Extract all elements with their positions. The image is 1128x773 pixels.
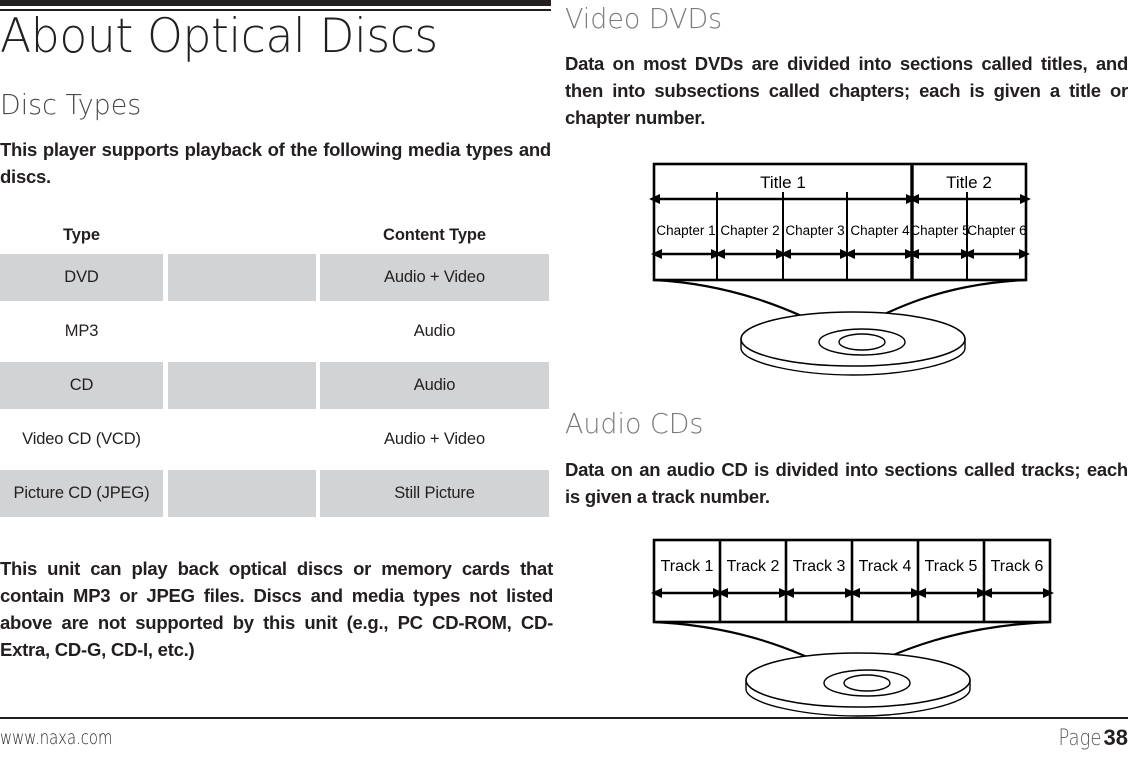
document-page: About Optical Discs Disc Types This play… xyxy=(0,0,1128,773)
cell-type: DVD xyxy=(64,268,99,286)
track-label: Track 3 xyxy=(793,558,846,575)
track-label: Track 1 xyxy=(661,558,714,575)
row-shade-middle xyxy=(168,470,316,517)
video-dvd-structure-diagram: Title 1 Title 2 Chapter 1 Chapter 2 Chap… xyxy=(640,158,1040,388)
title-label: Title 2 xyxy=(946,173,992,192)
track-label: Track 5 xyxy=(925,558,978,575)
page-footer: www.naxa.com Page38 xyxy=(0,717,1128,773)
page-title: About Optical Discs xyxy=(0,9,438,64)
optical-disc-illustration xyxy=(740,311,966,376)
chapter-label: Chapter 6 xyxy=(967,223,1026,238)
cell-type: MP3 xyxy=(64,322,99,340)
section-heading-video-dvds: Video DVDs xyxy=(565,2,723,35)
chapter-label: Chapter 1 xyxy=(656,223,715,238)
cell-type: CD xyxy=(69,376,94,394)
footer-page-number: Page38 xyxy=(1049,725,1128,751)
row-shade-middle xyxy=(168,362,316,409)
table-row: Video CD (VCD) Audio + Video xyxy=(0,416,551,470)
title-label: Title 1 xyxy=(760,173,806,192)
footer-page-value: 38 xyxy=(1103,725,1128,750)
chapter-label: Chapter 3 xyxy=(785,223,844,238)
table-row: DVD Audio + Video xyxy=(0,254,551,308)
table-row: CD Audio xyxy=(0,362,551,416)
cell-content-type: Audio xyxy=(413,322,456,340)
track-label: Track 4 xyxy=(859,558,912,575)
section-heading-disc-types: Disc Types xyxy=(0,88,142,121)
cell-type: Video CD (VCD) xyxy=(22,430,141,448)
chapter-label: Chapter 2 xyxy=(720,223,779,238)
video-dvds-paragraph: Data on most DVDs are divided into secti… xyxy=(565,53,1128,128)
table-header-type: Type xyxy=(63,226,100,244)
audio-cd-structure-diagram: Track 1 Track 2 Track 3 Track 4 Track 5 … xyxy=(640,533,1060,723)
table-row: MP3 Audio xyxy=(0,308,551,362)
closing-paragraph: This unit can play back optical discs or… xyxy=(0,558,553,660)
header-rule-thick xyxy=(0,0,551,6)
chapter-label: Chapter 4 xyxy=(850,223,910,238)
footer-url[interactable]: www.naxa.com xyxy=(0,727,112,749)
cell-content-type: Audio xyxy=(413,376,456,394)
audio-cds-paragraph: Data on an audio CD is divided into sect… xyxy=(565,459,1128,507)
disc-types-table: Type Content Type DVD Audio + Video MP3 … xyxy=(0,226,551,524)
section-heading-audio-cds: Audio CDs xyxy=(565,407,704,440)
cell-content-type: Still Picture xyxy=(394,484,475,502)
track-label: Track 2 xyxy=(727,558,780,575)
cell-content-type: Audio + Video xyxy=(384,268,485,286)
cell-type: Picture CD (JPEG) xyxy=(13,484,150,502)
footer-rule xyxy=(0,717,1128,719)
table-header-row: Type Content Type xyxy=(0,226,551,254)
optical-disc-illustration xyxy=(745,652,971,717)
chapter-label: Chapter 5 xyxy=(910,223,969,238)
track-label: Track 6 xyxy=(991,558,1044,575)
footer-page-label: Page xyxy=(1058,726,1102,751)
table-header-content-type: Content Type xyxy=(383,226,486,244)
cell-content-type: Audio + Video xyxy=(384,430,485,448)
intro-paragraph: This player supports playback of the fol… xyxy=(0,139,551,187)
table-row: Picture CD (JPEG) Still Picture xyxy=(0,470,551,524)
row-shade-middle xyxy=(168,254,316,301)
